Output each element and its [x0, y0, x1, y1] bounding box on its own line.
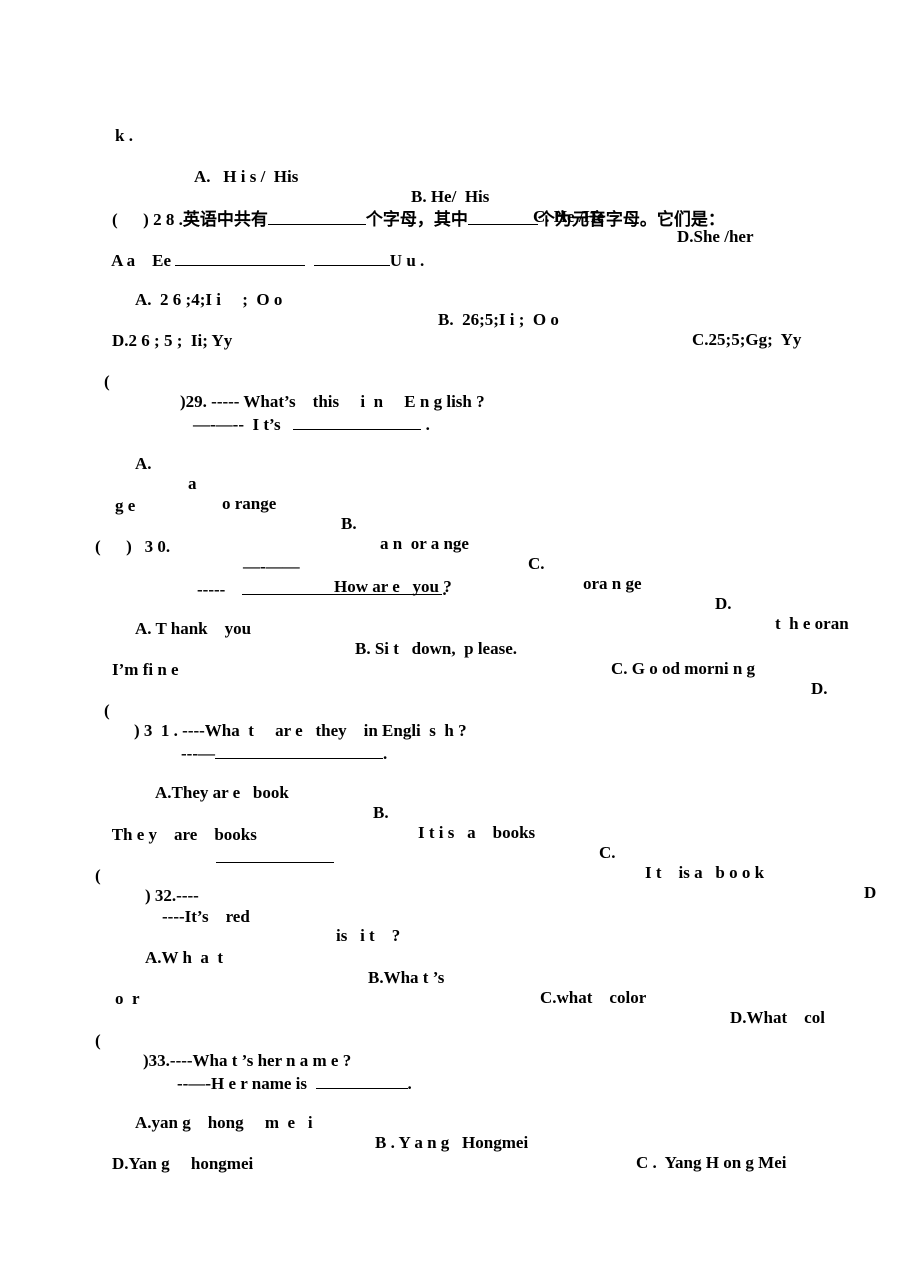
option-b: B . Y a n g Hongmei: [375, 1133, 529, 1152]
question-31-response: ---—.: [164, 722, 387, 784]
option-a-text: o range: [222, 494, 277, 513]
question-30-response: ----- .: [180, 558, 447, 620]
question-29-wrap: g e: [98, 476, 135, 536]
option-a: A. 2 6 ;4;I i ; O o: [135, 290, 283, 309]
question-32-response: ----It’s red: [145, 887, 250, 947]
text-segment: A a Ee: [111, 251, 172, 270]
option-c: C.25;5;Gg; Yy: [692, 330, 802, 349]
answer-blank[interactable]: [214, 742, 383, 759]
option-d-label: D: [864, 883, 877, 902]
option-b: B.Wha t ’s: [368, 968, 445, 987]
answer-paren[interactable]: ( ) 3 0.: [95, 537, 170, 557]
option-b: B. Si t down, p lease.: [355, 639, 517, 658]
question-27-options: A. H i s / His B. He/ His C. He /He D.Sh…: [0, 147, 754, 267]
option-c-label: C.: [599, 843, 616, 862]
text-segment: 个字母，其中: [365, 210, 468, 229]
option-d: D.What col: [730, 1008, 825, 1027]
question-33-stem: ( )33.----Wha t ’s her n a m e ?: [0, 1011, 351, 1091]
answer-paren[interactable]: (: [104, 701, 110, 721]
question-30-wrap: I’m fi n e: [95, 640, 179, 700]
option-a-text: a: [188, 474, 197, 493]
option-c-text: I t is a b o o k: [645, 863, 765, 882]
answer-blank[interactable]: [216, 846, 334, 868]
option-c: C . Yang H on g Mei: [636, 1153, 787, 1172]
answer-paren[interactable]: (: [104, 372, 110, 392]
option-d-text: Th e y are books: [111, 825, 257, 844]
text-segment: —-—-- I t’s: [193, 415, 281, 434]
option-d-label: D.: [811, 679, 828, 698]
text-segment: ----It’s red: [162, 907, 250, 926]
option-b-label: B.: [341, 514, 357, 533]
option-c-label: C.: [528, 554, 545, 573]
option-a: A.They ar e book: [155, 783, 289, 802]
question-33-wrap: D.Yan g hongmei: [95, 1134, 253, 1194]
answer-blank[interactable]: [467, 208, 538, 225]
text-segment: ( ) 2 8 .英语中共有: [112, 210, 268, 229]
text-segment: .: [425, 415, 430, 434]
text-segment: o r: [115, 989, 140, 1008]
question-29-stem: ( )29. ----- What’s this i n E n g lish …: [0, 352, 485, 432]
text-segment: g e: [115, 496, 136, 515]
answer-blank[interactable]: [175, 249, 306, 266]
text-segment: -----: [197, 580, 226, 599]
option-b-label: B.: [373, 803, 389, 822]
text-segment: k .: [115, 126, 133, 145]
question-28-letters: A a Ee U u .: [95, 229, 424, 291]
answer-paren[interactable]: (: [95, 1031, 101, 1051]
question-33-response: --—-H e r name is .: [160, 1052, 412, 1114]
option-d-text: I’m fi n e: [112, 660, 179, 679]
option-d: D.Yan g hongmei: [112, 1154, 254, 1173]
option-a-label: A.: [135, 454, 152, 473]
option-d: D.2 6 ; 5 ; Ii; Yy: [112, 331, 233, 350]
answer-blank[interactable]: [313, 249, 390, 266]
question-27-tail: k .: [98, 106, 133, 166]
option-a: A.yan g hong m e i: [135, 1113, 313, 1132]
text-segment: .: [382, 744, 388, 763]
question-33-options: A.yan g hong m e i B . Y a n g Hongmei C…: [0, 1093, 787, 1193]
text-segment: .: [407, 1074, 412, 1093]
option-d-label: D.: [715, 594, 732, 613]
option-a: A. H i s / His: [194, 167, 299, 186]
option-d-text: t h e oran: [775, 614, 849, 633]
option-a: A.W h a t: [145, 948, 224, 967]
text-segment: 个为元音字母。它们是：: [537, 210, 725, 229]
question-31-stem: ( ) 3 1 . ----Wha t ar e they in Engli s…: [0, 681, 467, 761]
answer-blank[interactable]: [242, 578, 443, 595]
option-b-text: a n or a nge: [380, 534, 469, 553]
text-segment: is i t ?: [336, 926, 401, 945]
question-32-wrap: o r: [98, 969, 140, 1029]
answer-blank[interactable]: [267, 208, 366, 225]
question-29-response: —-—-- I t’s .: [176, 393, 430, 455]
text-segment: .: [442, 580, 447, 599]
option-a: A. T hank you: [135, 619, 252, 638]
option-c: C.what color: [540, 988, 647, 1007]
option-b-text: I t i s a books: [418, 823, 536, 842]
option-b: B. 26;5;I i ; O o: [438, 310, 559, 329]
option-c-text: ora n ge: [583, 574, 642, 593]
text-segment: U u .: [389, 251, 425, 270]
answer-blank[interactable]: [293, 413, 422, 430]
option-c: C. G o od morni n g: [611, 659, 756, 678]
answer-blank[interactable]: [315, 1072, 408, 1089]
text-segment: ---—: [181, 744, 215, 763]
text-segment: --—-H e r name is: [177, 1074, 307, 1093]
question-28-option-d: D.2 6 ; 5 ; Ii; Yy: [95, 311, 232, 371]
answer-paren[interactable]: (: [95, 866, 101, 886]
